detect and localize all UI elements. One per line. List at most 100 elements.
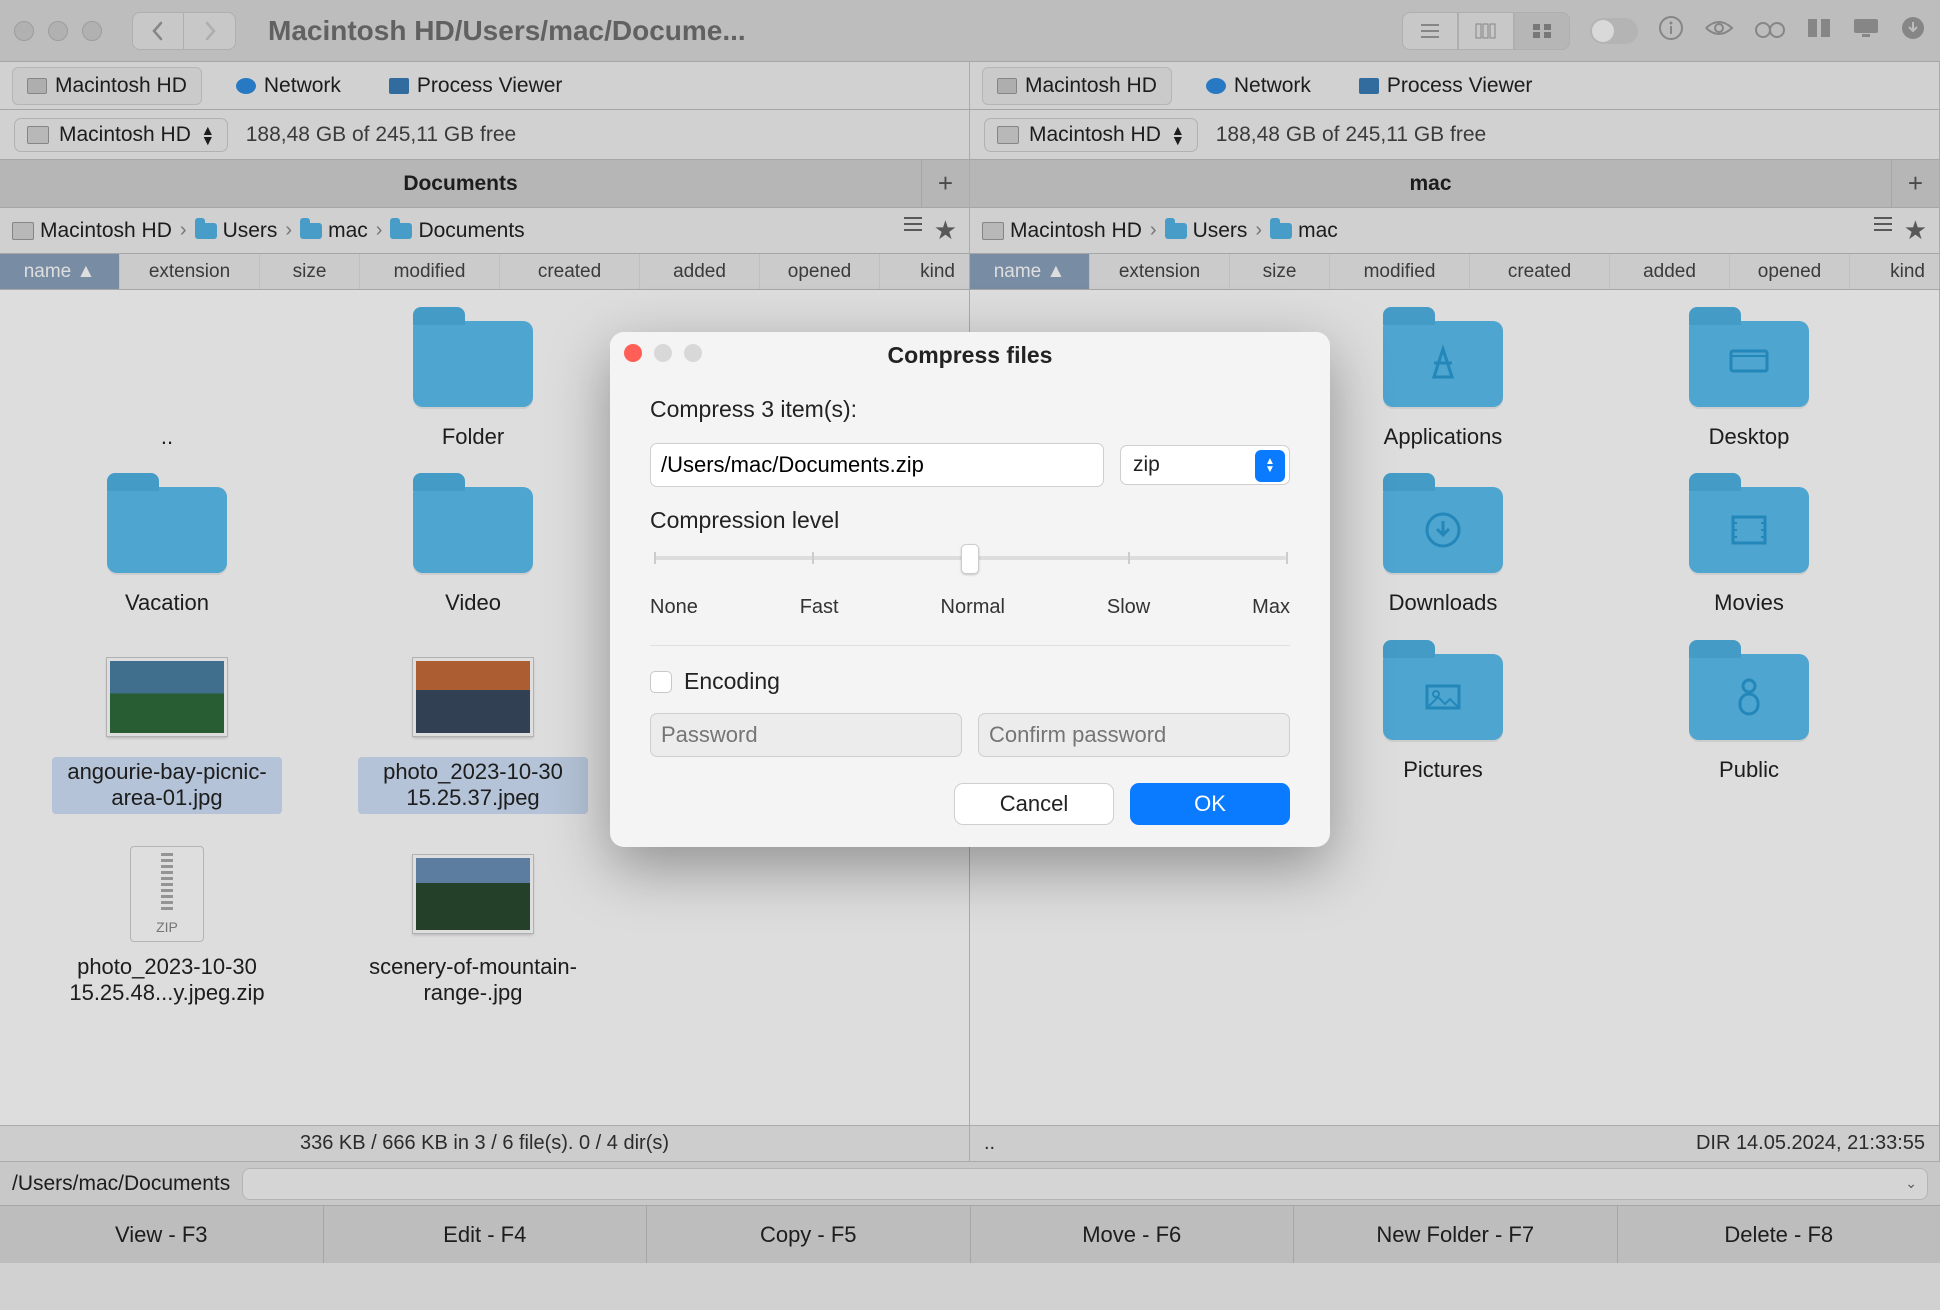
file-applications[interactable]: Applications — [1290, 304, 1596, 460]
location-network-label: Network — [264, 74, 341, 98]
view-icons-button[interactable] — [1514, 12, 1570, 50]
file-updir[interactable]: .. — [14, 304, 320, 460]
dual-pane-icon[interactable] — [1806, 17, 1832, 45]
format-value: zip — [1133, 453, 1160, 477]
folder-icon — [1165, 223, 1187, 239]
crumb-seg[interactable]: Macintosh HD — [12, 219, 172, 243]
col-opened[interactable]: opened — [1730, 254, 1850, 289]
file-photo-37[interactable]: photo_2023-10-30 15.25.37.jpeg — [320, 637, 626, 824]
location-hd-label: Macintosh HD — [55, 74, 187, 98]
location-hd-tab-r[interactable]: Macintosh HD — [982, 67, 1172, 105]
col-extension[interactable]: extension — [1090, 254, 1230, 289]
crumb-seg[interactable]: mac — [300, 219, 368, 243]
location-process-tab[interactable]: Process Viewer — [375, 68, 577, 104]
binoculars-icon[interactable] — [1754, 17, 1786, 45]
crumb-seg[interactable]: mac — [1270, 219, 1338, 243]
tab-documents[interactable]: Documents — [0, 160, 921, 208]
crumb-seg[interactable]: Macintosh HD — [982, 219, 1142, 243]
tab-mac[interactable]: mac — [970, 160, 1891, 208]
file-movies[interactable]: Movies — [1596, 470, 1902, 626]
nav-back-button[interactable] — [132, 12, 184, 50]
ok-button[interactable]: OK — [1130, 783, 1290, 825]
file-pictures[interactable]: Pictures — [1290, 637, 1596, 793]
nav-forward-button[interactable] — [184, 12, 236, 50]
file-vacation[interactable]: Vacation — [14, 470, 320, 626]
info-icon[interactable] — [1658, 15, 1684, 47]
list-icon[interactable] — [1872, 215, 1894, 246]
col-extension[interactable]: extension — [120, 254, 260, 289]
view-list-button[interactable] — [1402, 12, 1458, 50]
file-scenery[interactable]: scenery-of-mountain-range-.jpg — [320, 834, 626, 1017]
view-button[interactable]: View - F3 — [0, 1206, 324, 1263]
location-hd-tab[interactable]: Macintosh HD — [12, 67, 202, 105]
col-created[interactable]: created — [500, 254, 640, 289]
confirm-password-input[interactable] — [978, 713, 1290, 757]
location-process-tab-r[interactable]: Process Viewer — [1345, 68, 1547, 104]
file-video[interactable]: Video — [320, 470, 626, 626]
output-path-input[interactable] — [650, 443, 1104, 487]
zoom-dot[interactable] — [82, 21, 102, 41]
col-kind[interactable]: kind — [1850, 254, 1939, 289]
encoding-checkbox[interactable] — [650, 671, 672, 693]
col-added[interactable]: added — [1610, 254, 1730, 289]
file-downloads[interactable]: Downloads — [1290, 470, 1596, 626]
dialog-close-dot[interactable] — [624, 344, 642, 362]
star-icon[interactable]: ★ — [1904, 215, 1927, 246]
close-dot[interactable] — [14, 21, 34, 41]
col-name[interactable]: name ▲ — [970, 254, 1090, 289]
file-angourie[interactable]: angourie-bay-picnic-area-01.jpg — [14, 637, 320, 824]
tab-add-right[interactable]: + — [1891, 160, 1939, 208]
copy-button[interactable]: Copy - F5 — [647, 1206, 971, 1263]
minimize-dot[interactable] — [48, 21, 68, 41]
file-desktop[interactable]: Desktop — [1596, 304, 1902, 460]
col-modified[interactable]: modified — [360, 254, 500, 289]
slider-thumb[interactable] — [961, 544, 979, 574]
crumb-tools-right: ★ — [1872, 215, 1927, 246]
dialog-min-dot[interactable] — [654, 344, 672, 362]
dialog-zoom-dot[interactable] — [684, 344, 702, 362]
col-opened[interactable]: opened — [760, 254, 880, 289]
col-kind[interactable]: kind — [880, 254, 969, 289]
volume-select-right[interactable]: Macintosh HD ▲▼ — [984, 118, 1198, 152]
path-combo[interactable]: ⌄ — [242, 1168, 1928, 1200]
file-folder[interactable]: Folder — [320, 304, 626, 460]
location-network-tab[interactable]: Network — [222, 68, 355, 104]
location-network-tab-r[interactable]: Network — [1192, 68, 1325, 104]
col-created[interactable]: created — [1470, 254, 1610, 289]
col-size[interactable]: size — [1230, 254, 1330, 289]
window-title: Macintosh HD/Users/mac/Docume... — [268, 15, 1392, 47]
level-label: Compression level — [650, 507, 839, 533]
format-select[interactable]: zip ▲▼ — [1120, 445, 1290, 485]
download-icon[interactable] — [1900, 15, 1926, 47]
col-added[interactable]: added — [640, 254, 760, 289]
download-glyph-icon — [1383, 487, 1503, 573]
crumb-seg[interactable]: Documents — [390, 219, 524, 243]
chevron-right-icon: › — [376, 219, 383, 242]
toggle-switch[interactable] — [1590, 18, 1638, 44]
file-public[interactable]: Public — [1596, 637, 1902, 793]
file-zip[interactable]: ZIPphoto_2023-10-30 15.25.48...y.jpeg.zi… — [14, 834, 320, 1017]
new-folder-button[interactable]: New Folder - F7 — [1294, 1206, 1618, 1263]
star-icon[interactable]: ★ — [934, 215, 957, 246]
edit-button[interactable]: Edit - F4 — [324, 1206, 648, 1263]
zip-icon: ZIP — [130, 846, 204, 942]
col-modified[interactable]: modified — [1330, 254, 1470, 289]
move-button[interactable]: Move - F6 — [971, 1206, 1295, 1263]
tab-add-left[interactable]: + — [921, 160, 969, 208]
crumb-seg[interactable]: Users — [1165, 219, 1248, 243]
delete-button[interactable]: Delete - F8 — [1618, 1206, 1940, 1263]
public-glyph-icon — [1689, 654, 1809, 740]
nav-buttons — [132, 12, 236, 50]
desktop-icon[interactable] — [1852, 17, 1880, 45]
col-name[interactable]: name ▲ — [0, 254, 120, 289]
view-columns-button[interactable] — [1458, 12, 1514, 50]
crumb-seg[interactable]: Users — [195, 219, 278, 243]
password-input[interactable] — [650, 713, 962, 757]
list-icon[interactable] — [902, 215, 924, 246]
cancel-button[interactable]: Cancel — [954, 783, 1114, 825]
volume-select-left[interactable]: Macintosh HD ▲▼ — [14, 118, 228, 152]
folder-icon — [390, 223, 412, 239]
compression-slider[interactable] — [654, 548, 1286, 566]
col-size[interactable]: size — [260, 254, 360, 289]
quicklook-icon[interactable] — [1704, 18, 1734, 44]
